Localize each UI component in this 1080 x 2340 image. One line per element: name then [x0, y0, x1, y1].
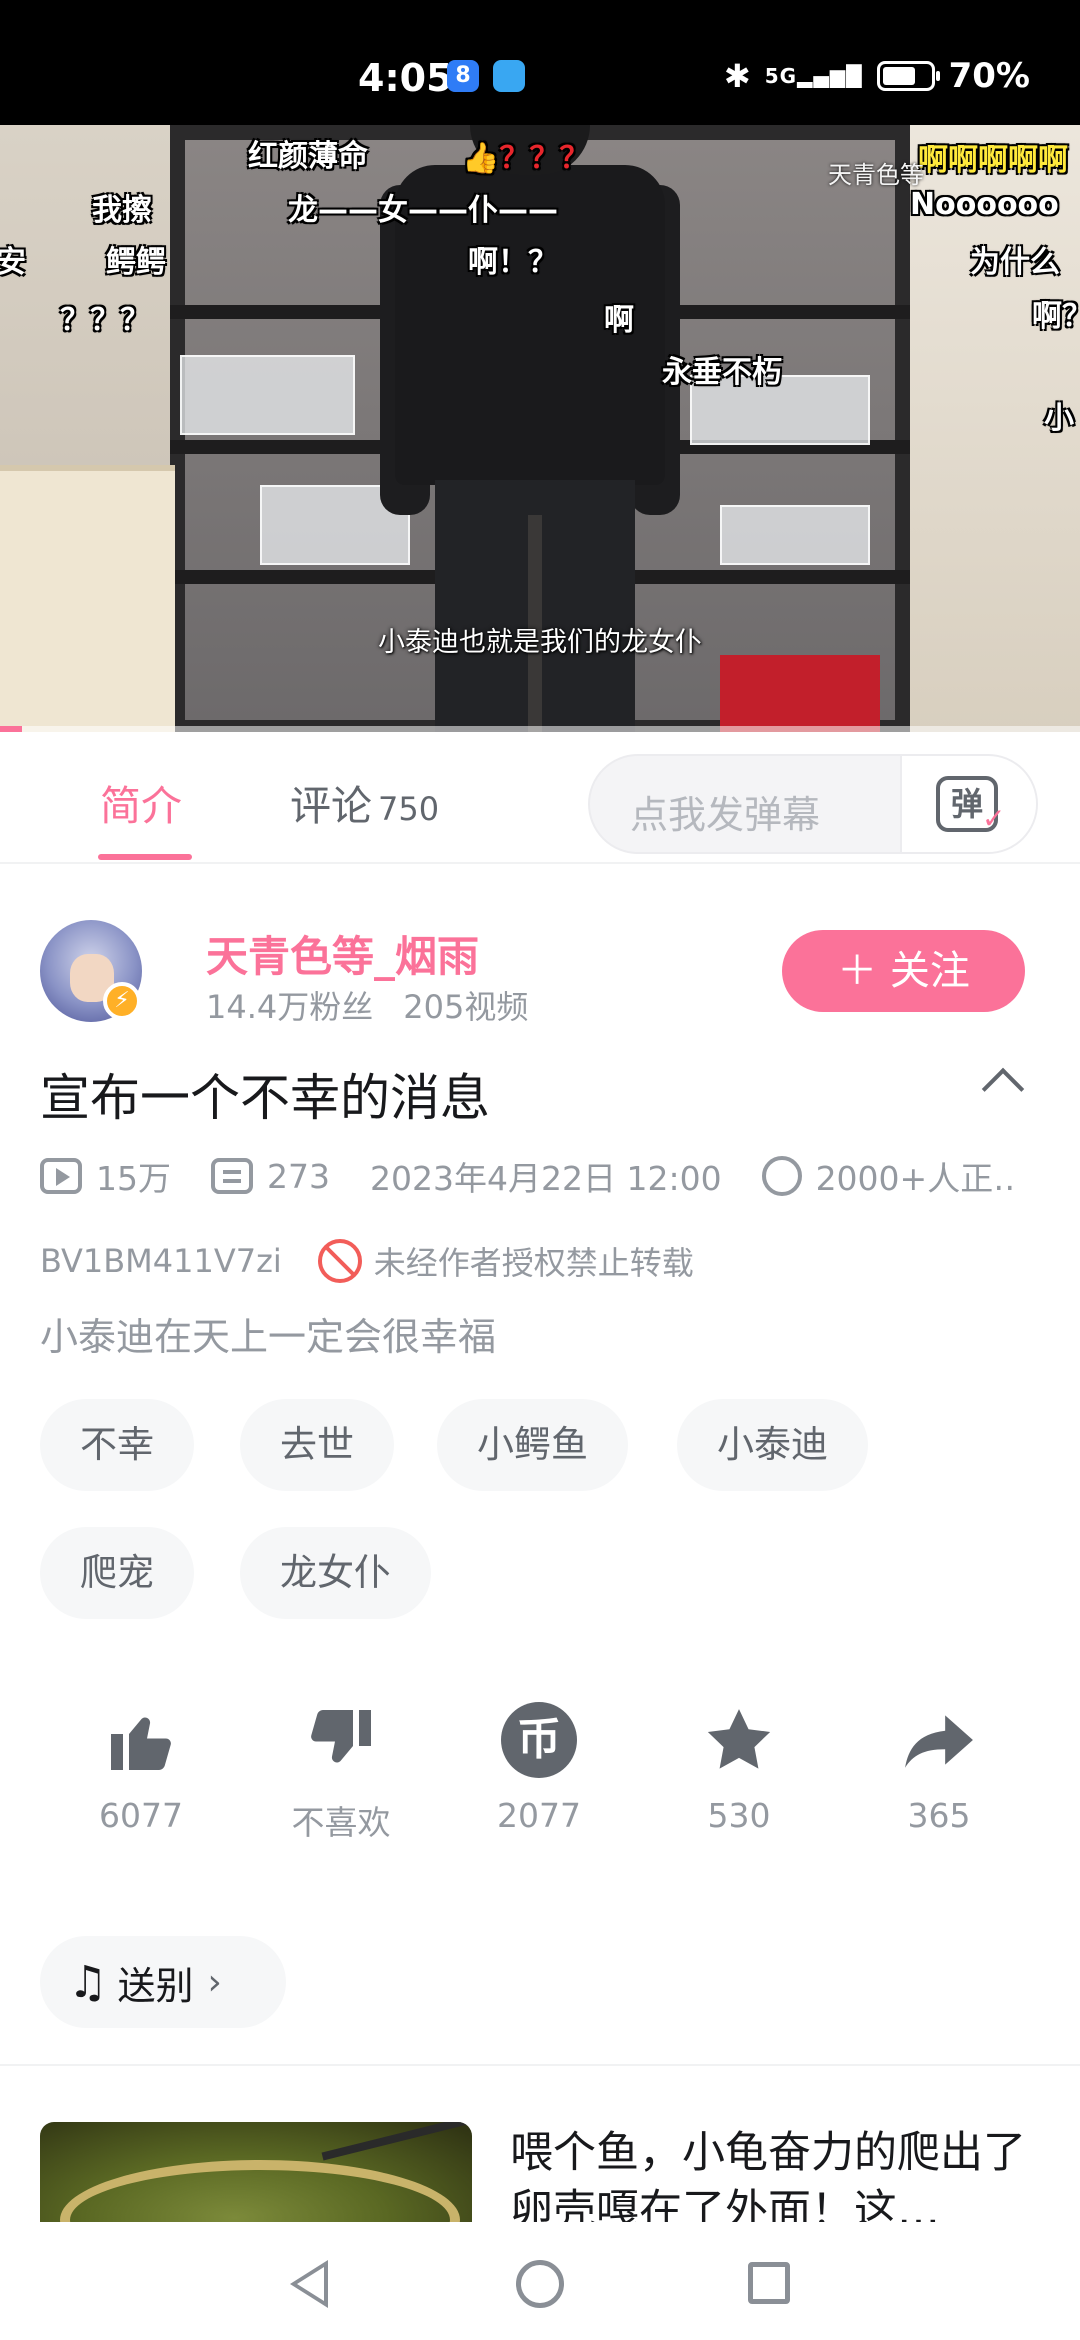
tag-chip[interactable]: 小鳄鱼 — [437, 1399, 628, 1491]
chevron-up-icon[interactable] — [981, 1067, 1025, 1111]
coin-count: 2077 — [497, 1796, 581, 1835]
danmaku-marks: ？？？ — [499, 141, 590, 176]
video-player[interactable]: 红颜薄命 👍？？？ 龙——女——仆—— 啊！？ 啊 永垂不朽 我擦 鳄鳄 ？？？… — [0, 125, 1080, 732]
danmaku-comment: 鳄鳄 — [106, 245, 166, 280]
video-meta: 15万 273 2023年4月22日 12:00 2000+人正‥ — [40, 1152, 1015, 1200]
battery-icon — [876, 61, 940, 91]
danmaku-comment: 红颜薄命 — [248, 139, 368, 174]
notification-app-icon: 8 — [447, 60, 479, 92]
share-count: 365 — [907, 1796, 971, 1835]
video-box — [720, 505, 870, 565]
danmaku-input[interactable]: 点我发弹幕 弹 ✓ — [588, 754, 1038, 854]
danmaku-comment: 我擦 — [92, 193, 152, 228]
system-nav-bar — [0, 2222, 1080, 2340]
home-icon[interactable] — [516, 2260, 564, 2308]
coin-glyph: 币 — [501, 1702, 577, 1778]
people-icon — [761, 1156, 802, 1196]
tag-chip[interactable]: 爬宠 — [40, 1527, 194, 1619]
follow-button[interactable]: ＋ 关注 — [782, 930, 1025, 1012]
music-label: 送别 — [117, 1963, 194, 2008]
danmaku-comment: 啊！？ — [468, 245, 558, 280]
thumbnail-image — [321, 2122, 472, 2161]
danmaku-input-placeholder: 点我发弹幕 — [630, 793, 821, 837]
like-button[interactable]: 6077 — [61, 1700, 221, 1835]
tag-chip[interactable]: 小泰迪 — [677, 1399, 868, 1491]
no-repost-icon — [317, 1239, 362, 1283]
bluetooth-icon: ✱ — [723, 57, 751, 95]
thumbs-up-icon — [61, 1700, 221, 1780]
tag-chip[interactable]: 龙女仆 — [240, 1527, 431, 1619]
video-watermark: 天青色等 — [828, 161, 924, 189]
danmaku-comment: 啊 — [604, 303, 634, 338]
tab-comments-label: 评论 — [290, 782, 372, 830]
dislike-label: 不喜欢 — [291, 1803, 391, 1842]
uploader-videos: 205视频 — [403, 988, 529, 1026]
comments-count: 750 — [378, 790, 440, 828]
danmaku-comment: 啊？ — [1032, 299, 1080, 334]
tab-comments[interactable]: 评论 750 — [290, 772, 439, 832]
video-box — [180, 355, 355, 435]
battery-fill — [882, 67, 915, 85]
share-button[interactable]: 365 — [859, 1700, 1019, 1835]
danmaku-comment: 永垂不朽 — [662, 355, 782, 390]
back-icon-inner — [297, 2267, 324, 2301]
danmaku-comment: 安 — [0, 245, 26, 280]
music-tag[interactable]: ♫ 送别 › — [40, 1936, 286, 2028]
uploader-stats: 14.4万粉丝 205视频 — [206, 982, 528, 1028]
lightning-badge-icon: ⚡ — [103, 982, 141, 1020]
favorite-count: 530 — [707, 1796, 771, 1835]
recent-apps-icon[interactable] — [748, 2262, 790, 2304]
copyright-notice: 未经作者授权禁止转载 — [373, 1244, 694, 1282]
danmaku-comment: ？？？ — [60, 303, 150, 338]
tab-active-indicator — [98, 854, 192, 860]
share-icon — [859, 1700, 1019, 1780]
thumbs-down-icon — [261, 1700, 421, 1780]
danmaku-comment: 👍？？？ — [462, 133, 589, 177]
play-count-icon — [40, 1158, 82, 1194]
uploader-fans: 14.4万粉丝 — [206, 988, 374, 1026]
watching-count: 2000+人正‥ — [815, 1159, 1016, 1198]
check-icon: ✓ — [982, 802, 1006, 835]
danmaku-comment: 啊啊啊啊啊 — [918, 143, 1068, 178]
tab-intro[interactable]: 简介 — [100, 772, 182, 832]
network-type: 5G — [764, 64, 798, 88]
detail-tabs: 简介 评论 750 点我发弹幕 弹 ✓ — [0, 732, 1080, 864]
thumbs-up-emoji: 👍 — [462, 141, 500, 176]
danmaku-comment: 小 — [1044, 401, 1074, 436]
bvid-row: BV1BM411V7zi 未经作者授权禁止转载 — [40, 1238, 694, 1284]
danmaku-count: 273 — [267, 1156, 330, 1196]
danmaku-comment: 龙——女——仆—— — [288, 193, 558, 228]
view-count: 15万 — [96, 1159, 171, 1198]
video-redbox — [720, 655, 880, 732]
video-title: 宣布一个不幸的消息 — [40, 1069, 490, 1127]
danmaku-comment: 为什么 — [970, 245, 1060, 280]
battery-percent: 70% — [948, 56, 1030, 96]
video-subtitle: 小泰迪也就是我们的龙女仆 — [378, 627, 702, 658]
status-time: 4:05 — [358, 56, 453, 100]
coin-icon: 币 — [459, 1700, 619, 1780]
status-indicators: ✱ 5G▂▄▆█ 70% — [724, 56, 1030, 96]
danmaku-count-icon — [211, 1158, 253, 1194]
chevron-right-icon: › — [207, 1961, 222, 2003]
tag-chip[interactable]: 不幸 — [40, 1399, 194, 1491]
section-divider — [0, 2064, 1080, 2066]
coin-button[interactable]: 币 2077 — [459, 1700, 619, 1835]
danmaku-toggle-button[interactable]: 弹 ✓ — [900, 756, 1036, 852]
status-bar: 4:05 8 ✱ 5G▂▄▆█ 70% — [0, 0, 1080, 125]
tag-chip[interactable]: 去世 — [240, 1399, 394, 1491]
favorite-button[interactable]: 530 — [659, 1700, 819, 1835]
uploader-name[interactable]: 天青色等_烟雨 — [206, 923, 479, 984]
dislike-button[interactable]: 不喜欢 — [261, 1700, 421, 1844]
video-description: 小泰迪在天上一定会很幸福 — [40, 1315, 497, 1359]
danmaku-comment: Noooooo — [910, 187, 1059, 222]
signal-icon: 5G▂▄▆█ — [764, 64, 863, 88]
publish-time: 2023年4月22日 12:00 — [370, 1159, 722, 1198]
like-count: 6077 — [99, 1796, 183, 1835]
weather-app-icon — [493, 60, 525, 92]
star-icon — [659, 1700, 819, 1780]
music-note-icon: ♫ — [68, 1956, 108, 2008]
video-cabinet — [0, 465, 175, 732]
bvid: BV1BM411V7zi — [40, 1242, 282, 1280]
